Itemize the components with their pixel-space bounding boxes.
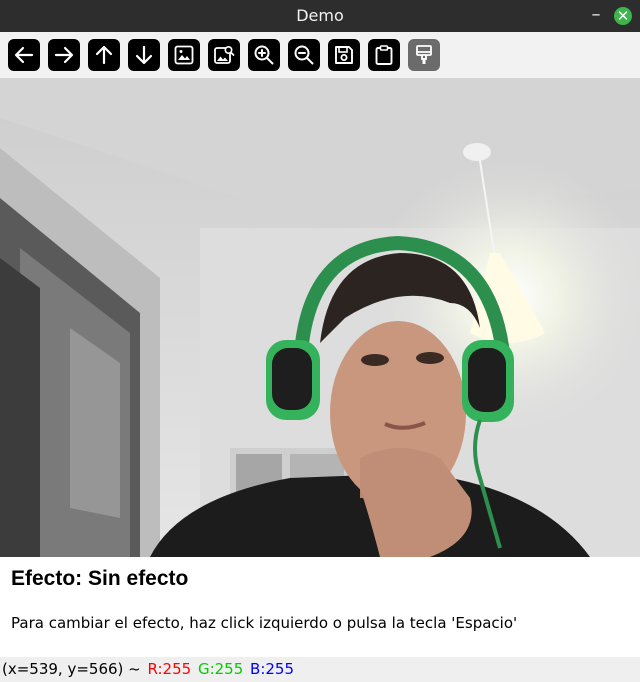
image-button[interactable] — [168, 39, 200, 71]
save-icon — [335, 46, 353, 64]
arrow-down-icon — [135, 45, 153, 65]
status-bar: (x=539, y=566) ~ R:255 G:255 B:255 — [0, 657, 640, 682]
zoom-out-icon — [294, 45, 314, 65]
zoom-in-icon — [254, 45, 274, 65]
save-button[interactable] — [328, 39, 360, 71]
down-button[interactable] — [128, 39, 160, 71]
caption-panel: Efecto: Sin efecto Para cambiar el efect… — [0, 557, 640, 657]
close-button[interactable]: ✕ — [614, 7, 632, 25]
clipboard-icon — [375, 45, 393, 65]
arrow-up-icon — [95, 45, 113, 65]
red-value: R:255 — [147, 660, 192, 678]
image-icon — [174, 45, 194, 65]
forward-button[interactable] — [48, 39, 80, 71]
zoom-out-button[interactable] — [288, 39, 320, 71]
image-search-button[interactable] — [208, 39, 240, 71]
toolbar — [0, 32, 640, 78]
effect-title: Efecto: Sin efecto — [11, 567, 189, 590]
title-bar[interactable]: Demo – ✕ — [0, 0, 640, 32]
arrow-right-icon — [54, 46, 74, 64]
app-window: Demo – ✕ Efecto: Sin efecto Para cambiar… — [0, 0, 640, 682]
window-title: Demo — [296, 6, 344, 25]
paint-brush-button[interactable] — [408, 39, 440, 71]
minimize-button[interactable]: – — [587, 5, 605, 27]
paint-brush-icon — [416, 45, 432, 64]
clipboard-button[interactable] — [368, 39, 400, 71]
effect-instructions: Para cambiar el efecto, haz click izquie… — [11, 614, 518, 632]
webcam-image[interactable] — [0, 78, 640, 557]
back-button[interactable] — [8, 39, 40, 71]
blue-value: B:255 — [250, 660, 295, 678]
up-button[interactable] — [88, 39, 120, 71]
green-value: G:255 — [197, 660, 244, 678]
arrow-left-icon — [14, 46, 34, 64]
webcam-photo — [0, 78, 640, 557]
zoom-in-button[interactable] — [248, 39, 280, 71]
cursor-coordinates: (x=539, y=566) ~ — [2, 660, 141, 678]
image-search-icon — [214, 45, 235, 64]
